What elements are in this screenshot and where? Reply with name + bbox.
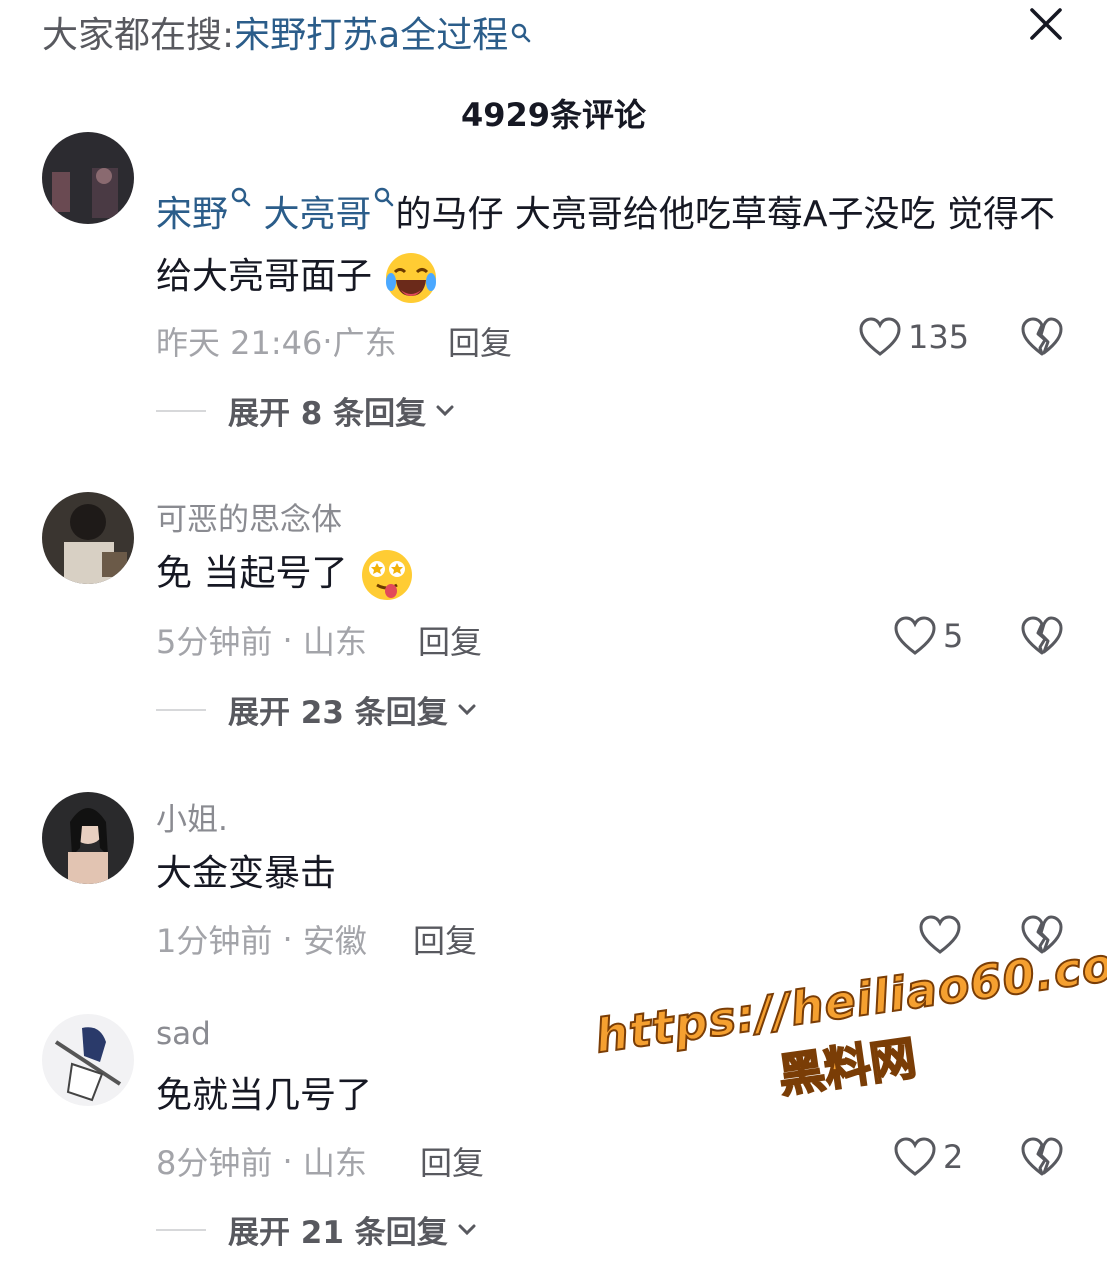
avatar[interactable] [42, 132, 134, 224]
comment-location: 安徽 [302, 922, 367, 960]
expand-replies-button[interactable]: 展开 21 条回复 [156, 1207, 480, 1252]
heart-icon [894, 616, 936, 655]
avatar-image [42, 492, 134, 584]
comment-location: 山东 [302, 623, 367, 661]
meta-separator: · [272, 1142, 303, 1180]
like-button[interactable]: 5 [893, 615, 963, 657]
expand-replies-button[interactable]: 展开 8 条回复 [156, 388, 458, 433]
like-button[interactable]: 2 [893, 1136, 963, 1178]
search-suggestion-prefix: 大家都在搜: [42, 15, 235, 56]
comment-meta: 5分钟前 · 山东 [156, 617, 367, 663]
comment-body: 免就当几号了 [156, 1075, 373, 1116]
meta-separator: · [272, 621, 303, 659]
expand-replies-label: 展开 8 条回复 [228, 396, 427, 432]
comment-time: 8分钟前 [156, 1144, 273, 1182]
heart-icon [894, 1137, 936, 1176]
divider-line [156, 1228, 206, 1231]
mention-tag[interactable]: 宋野 [156, 194, 228, 235]
like-button[interactable] [918, 914, 968, 956]
dislike-button[interactable] [1020, 316, 1064, 360]
comment-count-title: 4929条评论 [460, 96, 647, 134]
search-suggestion-query[interactable]: 宋野打苏a全过程 [234, 6, 508, 58]
username[interactable]: 小姐. [156, 794, 228, 839]
avatar[interactable] [42, 492, 134, 584]
divider-line [156, 708, 206, 711]
avatar-image [42, 1014, 134, 1106]
expand-replies-button[interactable]: 展开 23 条回复 [156, 687, 480, 732]
like-count: 5 [943, 617, 964, 655]
comment-meta: 1分钟前 · 安徽 [156, 916, 367, 962]
dislike-button[interactable] [1020, 615, 1064, 659]
avatar[interactable] [42, 792, 134, 884]
comment-time: 1分钟前 [156, 922, 273, 960]
comment-meta: 昨天 21:46 · 广东 [156, 318, 397, 364]
reply-button[interactable]: 回复 [420, 1138, 484, 1184]
chevron-down-icon [458, 1224, 476, 1235]
like-count: 135 [908, 318, 970, 356]
comment-body: 大金变暴击 [156, 853, 337, 894]
comment-time: 昨天 21:46 [156, 324, 323, 362]
comment-time: 5分钟前 [156, 623, 273, 661]
comment-location: 广东 [332, 324, 397, 362]
reply-button[interactable]: 回复 [448, 318, 512, 364]
username[interactable]: 可恶的思念体 [156, 494, 342, 539]
broken-heart-icon [1021, 1137, 1063, 1176]
like-count: 2 [943, 1138, 964, 1176]
like-button[interactable]: 135 [858, 316, 969, 358]
chevron-down-icon [436, 405, 454, 416]
starry-tongue-emoji-icon [361, 550, 412, 600]
comment-text: 宋野 大亮哥 的马仔 大亮哥给他吃草莓A子没吃 觉得不给大亮哥面子 [156, 184, 1056, 308]
broken-heart-icon [1021, 616, 1063, 655]
comment-body: 免 当起号了 [156, 553, 348, 594]
heart-icon [859, 317, 901, 356]
avatar[interactable] [42, 1014, 134, 1106]
expand-replies-label: 展开 23 条回复 [228, 695, 448, 731]
close-button[interactable] [1022, 0, 1070, 48]
expand-replies-label: 展开 21 条回复 [228, 1215, 448, 1251]
avatar-image [42, 132, 134, 224]
mention-tag[interactable]: 大亮哥 [263, 194, 371, 235]
watermark: https://heiliao60.com 黑料网 [591, 929, 1107, 1159]
broken-heart-icon [1021, 317, 1063, 356]
avatar-image [42, 792, 134, 884]
heart-icon [919, 915, 961, 954]
laughing-tears-emoji-icon [386, 253, 437, 303]
close-icon [1030, 8, 1062, 40]
search-icon [375, 187, 394, 207]
chevron-down-icon [458, 704, 476, 715]
search-icon [512, 23, 531, 43]
comment-text: 免 当起号了 [156, 543, 1056, 605]
username[interactable]: sad [156, 1016, 211, 1052]
comment-text: 大金变暴击 [156, 843, 1056, 905]
search-suggestion-bar[interactable]: 大家都在搜: 宋野打苏a全过程 [42, 6, 532, 58]
meta-separator: · [272, 920, 303, 958]
search-icon [231, 187, 251, 207]
reply-button[interactable]: 回复 [413, 916, 477, 962]
reply-button[interactable]: 回复 [418, 617, 482, 663]
comment-meta: 8分钟前 · 山东 [156, 1138, 367, 1184]
dislike-button[interactable] [1020, 1136, 1064, 1180]
comment-location: 山东 [302, 1144, 367, 1182]
meta-separator: · [322, 322, 333, 360]
divider-line [156, 409, 206, 412]
